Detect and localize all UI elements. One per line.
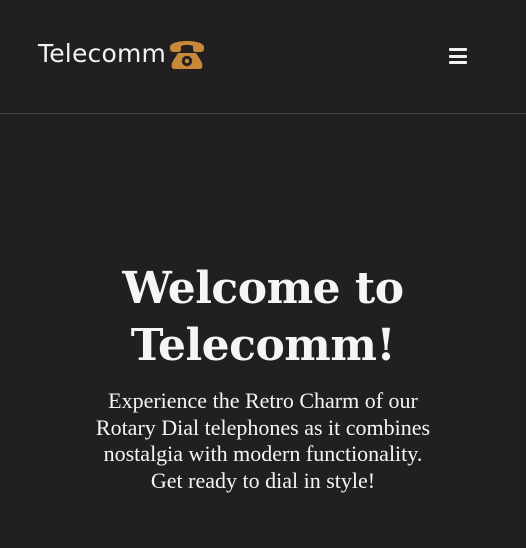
hero-subtitle-line4: Get ready to dial in style! xyxy=(150,467,376,493)
hero-subtitle-line3: nostalgia with modern functionality. xyxy=(103,441,423,466)
hero-title-line2: Telecomm! xyxy=(130,320,396,371)
menu-button[interactable] xyxy=(444,43,472,69)
hero-title: Welcome to Telecomm! xyxy=(0,260,526,374)
brand-logo-link[interactable]: Telecomm xyxy=(38,33,207,75)
hero-section: Welcome to Telecomm! Experience the Retr… xyxy=(0,115,526,548)
hero-title-line1: Welcome to xyxy=(122,263,404,314)
hero-subtitle-line1: Experience the Retro Charm of our xyxy=(108,388,418,413)
hero-subtitle-line2: Rotary Dial telephones as it combines xyxy=(95,414,431,440)
navbar: Telecomm xyxy=(0,0,526,114)
brand-name: Telecomm xyxy=(38,39,167,68)
hamburger-menu-icon xyxy=(449,48,467,64)
rotary-phone-icon xyxy=(170,41,205,69)
hero-subtitle: Experience the Retro Charm of our Rotary… xyxy=(63,388,463,494)
page: Telecomm Welcome to Telecomm! Experience… xyxy=(0,0,526,548)
